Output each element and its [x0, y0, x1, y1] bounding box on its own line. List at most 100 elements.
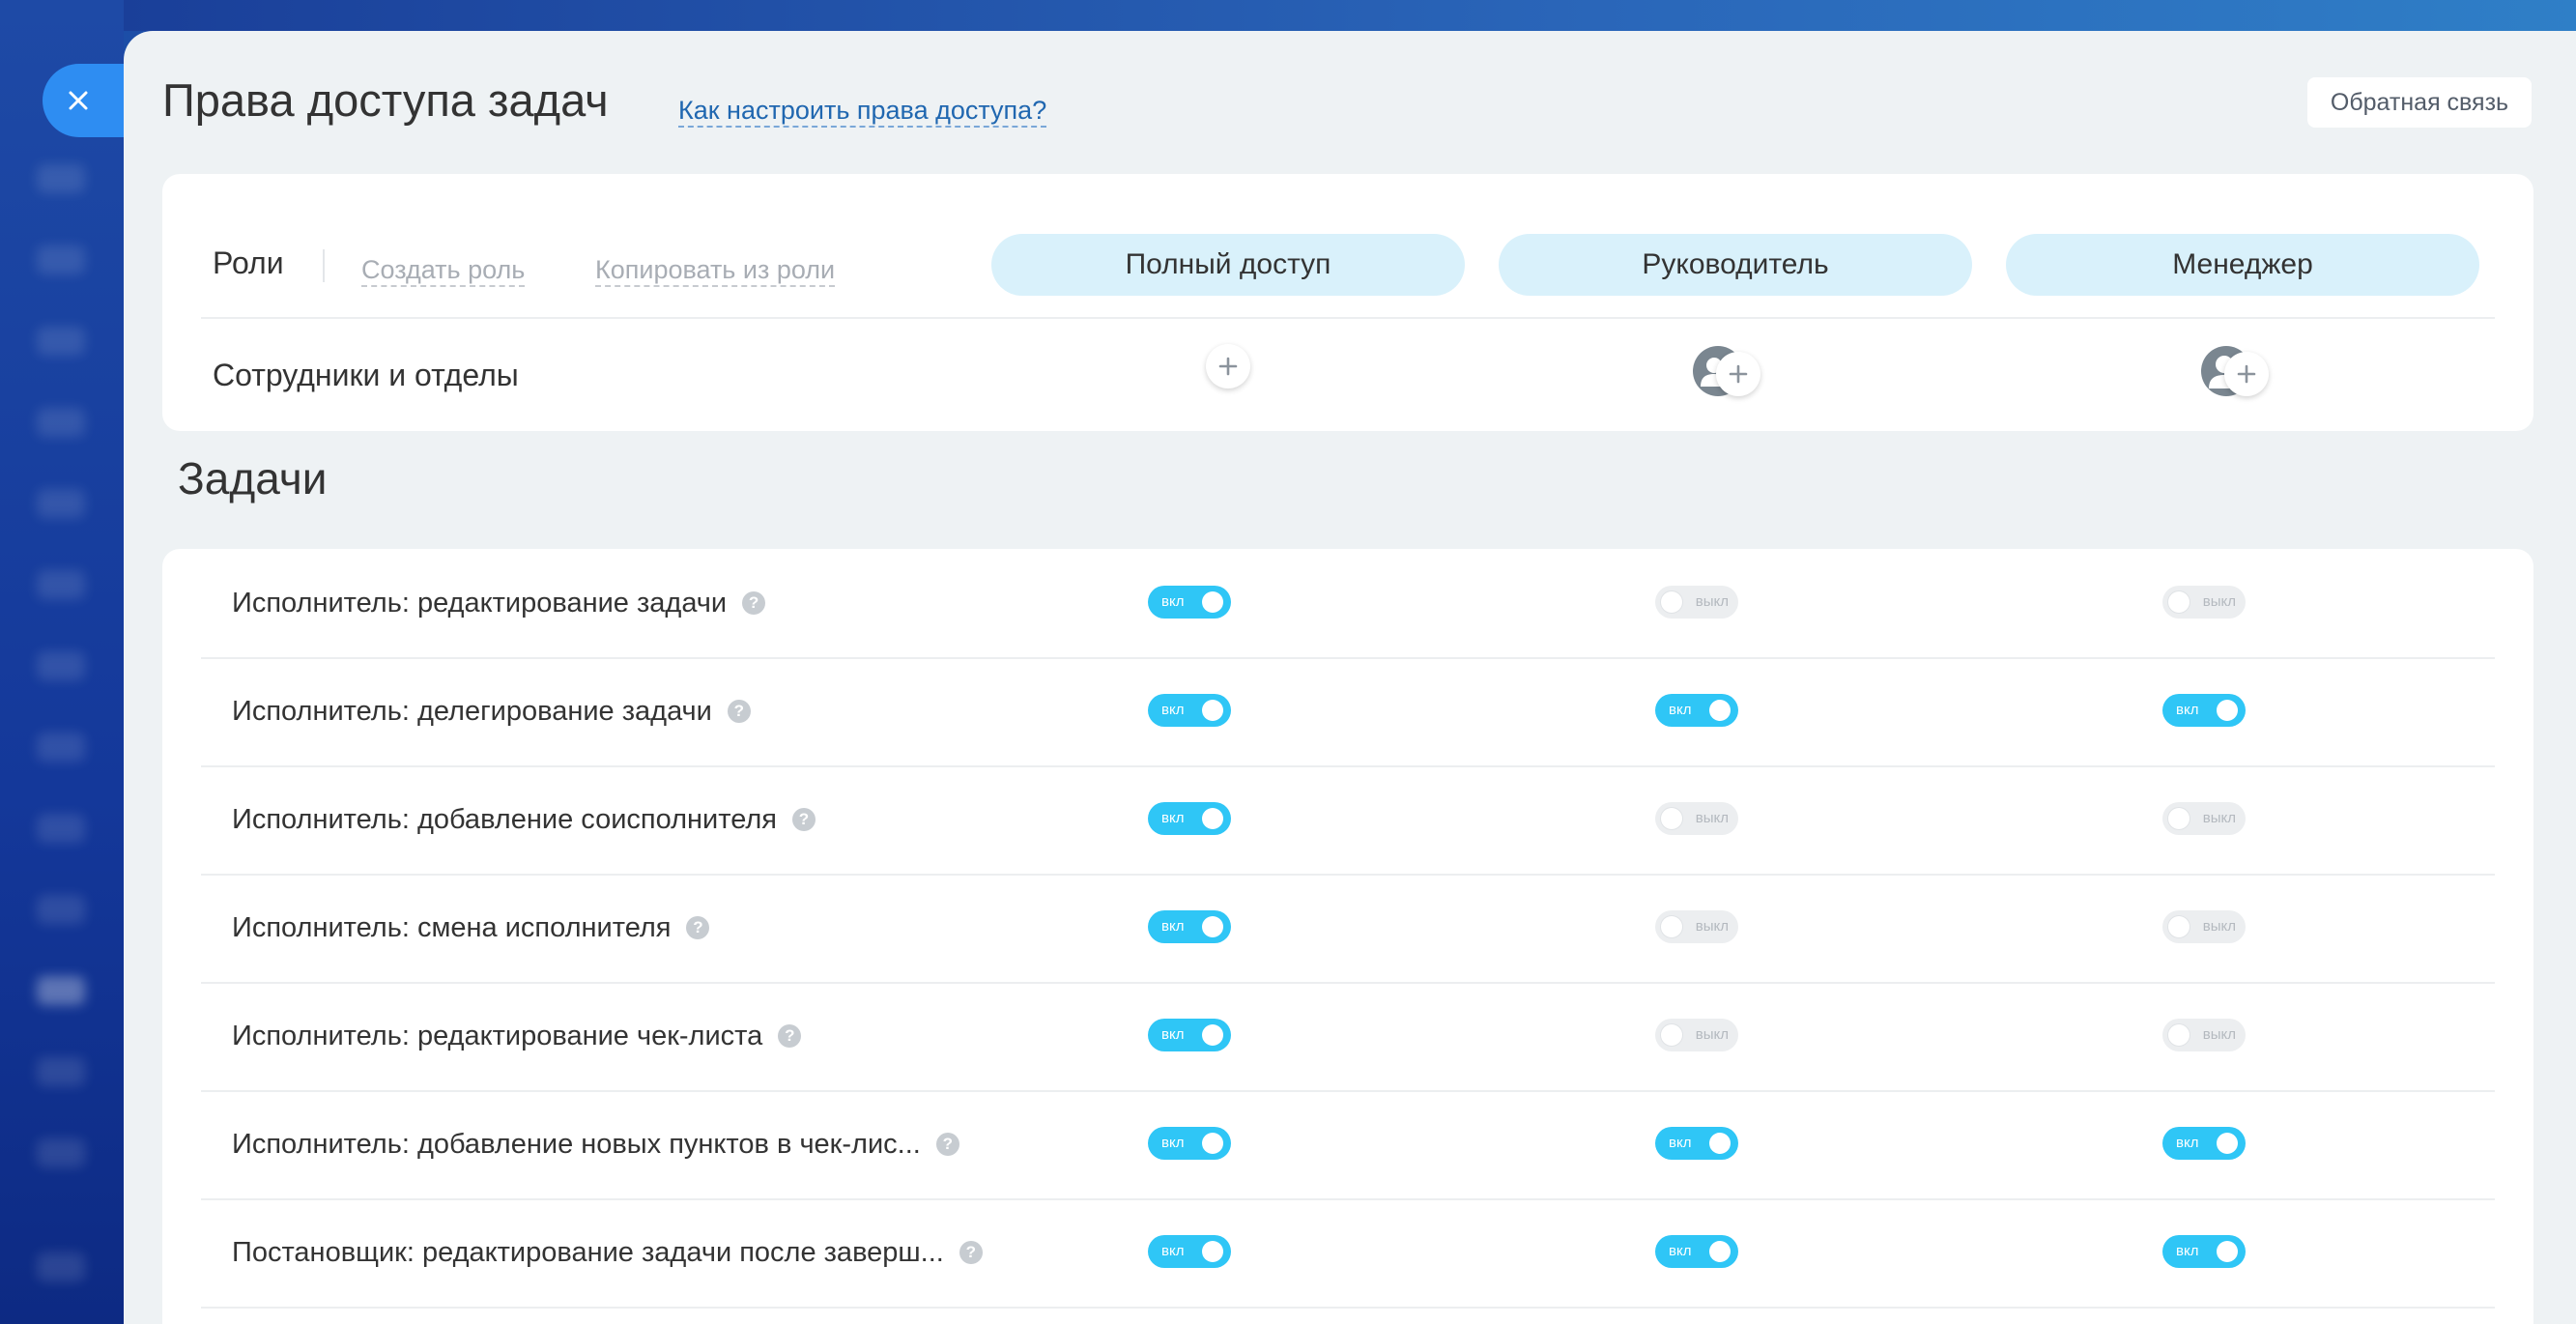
permission-toggle[interactable]: выкл [1655, 586, 1738, 619]
permission-toggle[interactable]: вкл [1655, 1127, 1738, 1160]
roles-label: Роли [213, 245, 284, 280]
background-menu-item [37, 408, 85, 437]
page-title: Права доступа задач [162, 74, 609, 126]
background-menu-item [37, 814, 85, 843]
toggle-knob [1661, 916, 1682, 937]
role-column-head[interactable]: Руководитель [1499, 234, 1972, 296]
permission-toggle[interactable]: вкл [1148, 694, 1231, 727]
background-menu-item [37, 1252, 85, 1281]
background-menu-item [37, 1057, 85, 1086]
toggle-knob [2217, 1133, 2238, 1154]
add-member-button[interactable] [1716, 352, 1760, 396]
toggle-knob [2168, 916, 2190, 937]
help-icon[interactable]: ? [727, 700, 751, 723]
feedback-button[interactable]: Обратная связь [2307, 77, 2532, 128]
toggle-knob [1202, 808, 1223, 829]
permission-label-text: Исполнитель: добавление новых пунктов в … [232, 1128, 921, 1160]
help-icon[interactable]: ? [792, 808, 816, 831]
background-menu-item [37, 489, 85, 518]
toggle-state-label: вкл [1669, 702, 1692, 718]
toggle-knob [1661, 1024, 1682, 1046]
permission-toggle[interactable]: вкл [2162, 1127, 2246, 1160]
toggle-state-label: вкл [1161, 1026, 1185, 1043]
permission-label: Исполнитель: смена исполнителя? [232, 874, 710, 982]
toggle-knob [1202, 700, 1223, 721]
help-icon[interactable]: ? [959, 1241, 983, 1264]
role-column-full-access[interactable]: Полный доступ [991, 234, 1465, 296]
permission-label-text: Исполнитель: редактирование чек-листа [232, 1020, 763, 1051]
background-topbar [124, 0, 2576, 31]
add-member-button[interactable] [1206, 344, 1250, 389]
permission-toggle[interactable]: вкл [1148, 910, 1231, 943]
permission-row: Исполнитель: редактирование задачи? вкл вы… [201, 549, 2495, 659]
divider [323, 249, 325, 282]
background-menu-item [37, 570, 85, 599]
plus-icon [2237, 364, 2256, 384]
permission-toggle[interactable]: выкл [2162, 1019, 2246, 1051]
employees-departments-label: Сотрудники и отделы [213, 358, 519, 392]
toggle-state-label: вкл [2176, 1243, 2199, 1259]
divider [201, 317, 2495, 319]
toggle-state-label: вкл [1161, 593, 1185, 610]
permission-label: Исполнитель: редактирование чек-листа? [232, 982, 802, 1090]
permission-toggle[interactable]: вкл [2162, 1235, 2246, 1268]
toggle-state-label: выкл [2202, 918, 2236, 935]
toggle-state-label: вкл [1161, 810, 1185, 826]
toggle-state-label: вкл [2176, 702, 2199, 718]
permission-toggle[interactable]: выкл [2162, 910, 2246, 943]
help-icon[interactable]: ? [935, 1133, 959, 1156]
toggle-knob [1202, 1133, 1223, 1154]
background-menu-item [37, 327, 85, 356]
background-menu-item [37, 1138, 85, 1167]
background-menu-item [37, 651, 85, 680]
toggle-knob [2168, 1024, 2190, 1046]
help-icon[interactable]: ? [742, 591, 766, 615]
toggle-knob [1202, 916, 1223, 937]
copy-from-role-link[interactable]: Копировать из роли [595, 255, 836, 288]
permissions-card: Исполнитель: редактирование задачи? вкл вы… [162, 549, 2533, 1324]
permission-toggle[interactable]: выкл [2162, 586, 2246, 619]
permission-toggle[interactable]: выкл [1655, 910, 1738, 943]
close-icon [69, 91, 88, 110]
toggle-knob [1202, 591, 1223, 613]
toggle-knob [1709, 700, 1731, 721]
toggle-state-label: вкл [1161, 918, 1185, 935]
toggle-knob [1202, 1241, 1223, 1262]
permission-label: Исполнитель: добавление новых пунктов в … [232, 1090, 959, 1198]
toggle-state-label: вкл [1669, 1135, 1692, 1151]
help-icon[interactable]: ? [686, 916, 710, 939]
permission-toggle[interactable]: вкл [1148, 1127, 1231, 1160]
toggle-state-label: выкл [1695, 593, 1729, 610]
permission-toggle[interactable]: вкл [1148, 1019, 1231, 1051]
permission-label: Исполнитель: редактирование задачи? [232, 549, 766, 657]
toggle-knob [2217, 700, 2238, 721]
permission-toggle[interactable]: вкл [1655, 1235, 1738, 1268]
permission-label-text: Исполнитель: редактирование задачи [232, 587, 728, 619]
toggle-state-label: выкл [1695, 810, 1729, 826]
toggle-state-label: выкл [2202, 593, 2236, 610]
permission-toggle[interactable]: вкл [1148, 1235, 1231, 1268]
permission-toggle[interactable]: вкл [1148, 586, 1231, 619]
create-role-link[interactable]: Создать роль [361, 255, 526, 288]
role-column-manager[interactable]: Менеджер [2006, 234, 2479, 296]
permission-toggle[interactable]: выкл [1655, 1019, 1738, 1051]
help-icon[interactable]: ? [778, 1024, 802, 1048]
section-title: Задачи [178, 453, 328, 504]
permission-row: Исполнитель: смена исполнителя? вкл выкл вы… [201, 874, 2495, 984]
permission-toggle[interactable]: выкл [1655, 802, 1738, 835]
toggle-state-label: выкл [1695, 1026, 1729, 1043]
toggle-knob [2168, 591, 2190, 613]
toggle-state-label: вкл [1161, 702, 1185, 718]
close-button[interactable] [43, 64, 129, 137]
permission-toggle[interactable]: вкл [2162, 694, 2246, 727]
help-link[interactable]: Как настроить права доступа? [678, 95, 1047, 129]
add-member-button[interactable] [2224, 352, 2269, 396]
permission-toggle[interactable]: вкл [1655, 694, 1738, 727]
permission-label-text: Исполнитель: делегирование задачи [232, 695, 712, 727]
permission-toggle[interactable]: вкл [1148, 802, 1231, 835]
background-menu-item [37, 164, 85, 193]
permission-toggle[interactable]: выкл [2162, 802, 2246, 835]
toggle-knob [1709, 1133, 1731, 1154]
toggle-state-label: выкл [1695, 918, 1729, 935]
toggle-knob [1661, 591, 1682, 613]
